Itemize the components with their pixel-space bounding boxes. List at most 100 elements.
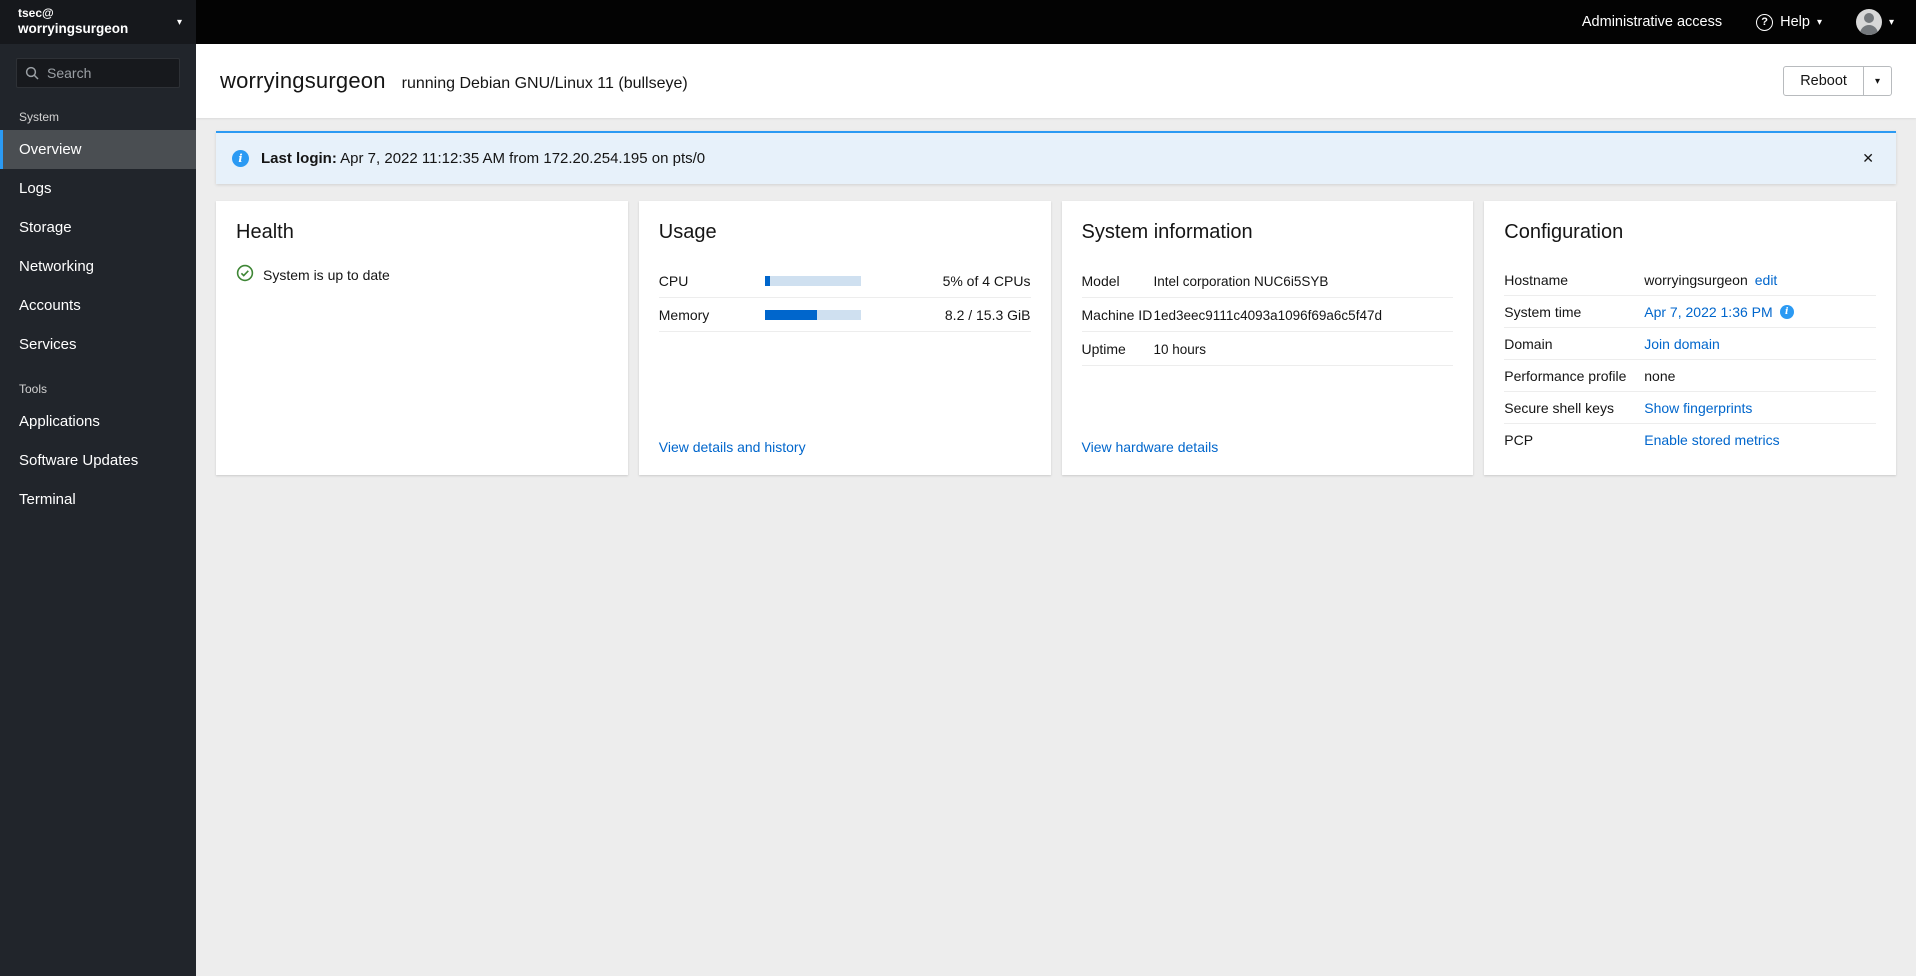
page-title: worryingsurgeon — [220, 68, 386, 93]
view-hardware-details-link[interactable]: View hardware details — [1082, 439, 1219, 455]
sidebar-item-storage[interactable]: Storage — [0, 208, 196, 247]
avatar-icon — [1855, 9, 1882, 35]
sidebar-item-overview[interactable]: Overview — [0, 130, 196, 169]
help-label: Help — [1780, 14, 1810, 30]
nav-section-system: System — [19, 110, 60, 124]
memory-usage-value: 8.2 / 15.3 GiB — [944, 307, 1031, 323]
domain-row: Domain Join domain — [1504, 328, 1876, 360]
domain-label: Domain — [1504, 336, 1553, 352]
system-information-footer: View hardware details — [1082, 439, 1454, 455]
help-menu-button[interactable]: ? Help ▾ — [1750, 13, 1828, 32]
user-menu-button[interactable]: ▾ — [1850, 8, 1900, 36]
alert-text: Apr 7, 2022 11:12:35 AM from 172.20.254.… — [340, 150, 706, 167]
sidebar-item-logs[interactable]: Logs — [0, 169, 196, 208]
memory-usage-row: Memory 8.2 / 15.3 GiB — [658, 298, 1031, 332]
chevron-down-icon: ▾ — [1816, 16, 1822, 28]
machine-id-label: Machine ID — [1081, 307, 1153, 323]
overview-page: worryingsurgeon running Debian GNU/Linux… — [196, 44, 1916, 976]
chevron-down-icon: ▾ — [176, 16, 182, 28]
view-details-history-link[interactable]: View details and history — [659, 439, 806, 455]
hostname-label: Hostname — [1504, 272, 1569, 288]
alert-message: Last login: Apr 7, 2022 11:12:35 AM from… — [261, 150, 705, 167]
usage-card-footer: View details and history — [659, 439, 1031, 455]
last-login-alert: i Last login: Apr 7, 2022 11:12:35 AM fr… — [216, 131, 1896, 184]
hostname-value: worryingsurgeon — [1644, 272, 1748, 288]
host-switcher[interactable]: tsec@ worryingsurgeon ▾ — [0, 0, 196, 44]
performance-profile-label: Performance profile — [1504, 368, 1627, 384]
os-description: running Debian GNU/Linux 11 (bullseye) — [401, 75, 688, 92]
card-grid: Health System is up to date Usage CPU 5%… — [216, 201, 1896, 475]
enable-stored-metrics-link[interactable]: Enable stored metrics — [1644, 432, 1779, 448]
join-domain-link[interactable]: Join domain — [1644, 336, 1720, 352]
ssh-keys-label: Secure shell keys — [1504, 400, 1614, 416]
model-row: Model Intel corporation NUC6i5SYB — [1081, 264, 1454, 298]
machine-id-row: Machine ID 1ed3eec9111c4093a1096f69a6c5f… — [1081, 298, 1454, 332]
system-information-card: System information Model Intel corporati… — [1061, 201, 1474, 475]
host-line: worryingsurgeon running Debian GNU/Linux… — [220, 68, 688, 94]
help-icon: ? — [1756, 13, 1774, 31]
machine-id-value: 1ed3eec9111c4093a1096f69a6c5f47d — [1153, 307, 1382, 323]
model-value: Intel corporation NUC6i5SYB — [1153, 273, 1329, 289]
content-area: i Last login: Apr 7, 2022 11:12:35 AM fr… — [196, 118, 1916, 495]
check-circle-icon — [236, 264, 254, 285]
uptime-value: 10 hours — [1153, 341, 1207, 357]
system-time-link[interactable]: Apr 7, 2022 1:36 PM — [1644, 304, 1772, 320]
usage-card-title: Usage — [658, 221, 717, 243]
main-column: Administrative access ? Help ▾ ▾ worryin… — [196, 0, 1916, 976]
show-fingerprints-link[interactable]: Show fingerprints — [1644, 400, 1752, 416]
health-status-text: System is up to date — [263, 266, 390, 283]
sidebar-item-terminal[interactable]: Terminal — [0, 480, 196, 519]
ssh-keys-row: Secure shell keys Show fingerprints — [1504, 392, 1876, 424]
health-status: System is up to date — [236, 264, 608, 285]
tools-nav: Applications Software Updates Terminal — [0, 402, 196, 519]
uptime-row: Uptime 10 hours — [1081, 332, 1454, 366]
pcp-label: PCP — [1504, 432, 1534, 448]
uptime-label: Uptime — [1081, 341, 1126, 357]
memory-label: Memory — [658, 307, 710, 323]
cpu-progress-bar — [764, 276, 861, 286]
masthead: Administrative access ? Help ▾ ▾ — [196, 0, 1916, 44]
current-host: worryingsurgeon — [18, 21, 129, 37]
time-info-icon[interactable]: i — [1779, 305, 1794, 319]
search-input[interactable] — [16, 58, 180, 88]
hostname-row: Hostname worryingsurgeon edit — [1504, 264, 1876, 296]
performance-profile-row: Performance profile none — [1504, 360, 1876, 392]
cpu-label: CPU — [658, 273, 689, 289]
configuration-title: Configuration — [1504, 221, 1624, 243]
health-card-title: Health — [236, 221, 294, 243]
nav-section-tools: Tools — [19, 382, 48, 396]
usage-card: Usage CPU 5% of 4 CPUs Memory 8.2 / 15.3… — [638, 201, 1051, 475]
performance-profile-value: none — [1644, 368, 1676, 384]
system-nav: Overview Logs Storage Networking Account… — [0, 130, 196, 364]
health-card: Health System is up to date — [216, 201, 628, 475]
sidebar-item-services[interactable]: Services — [0, 325, 196, 364]
chevron-down-icon: ▾ — [1874, 75, 1880, 87]
reboot-split-button: Reboot ▾ — [1783, 66, 1892, 96]
sidebar-item-accounts[interactable]: Accounts — [0, 286, 196, 325]
cpu-usage-value: 5% of 4 CPUs — [942, 273, 1031, 289]
system-time-row: System time Apr 7, 2022 1:36 PM i — [1504, 296, 1876, 328]
page-header: worryingsurgeon running Debian GNU/Linux… — [196, 44, 1916, 118]
sidebar-search — [16, 58, 180, 88]
administrative-access-button[interactable]: Administrative access — [1576, 13, 1728, 31]
chevron-down-icon: ▾ — [1888, 16, 1894, 28]
search-icon — [25, 66, 39, 85]
sidebar-item-applications[interactable]: Applications — [0, 402, 196, 441]
cpu-usage-row: CPU 5% of 4 CPUs — [658, 264, 1031, 298]
close-icon: ✕ — [1862, 150, 1874, 166]
alert-close-button[interactable]: ✕ — [1856, 148, 1880, 169]
memory-progress-bar — [764, 310, 861, 320]
host-switcher-label: tsec@ worryingsurgeon — [18, 6, 128, 38]
system-information-title: System information — [1081, 221, 1253, 243]
reboot-button[interactable]: Reboot — [1783, 66, 1864, 96]
configuration-card: Configuration Hostname worryingsurgeon e… — [1484, 201, 1896, 475]
info-icon: i — [232, 150, 249, 167]
edit-hostname-link[interactable]: edit — [1755, 272, 1778, 288]
logged-in-user: tsec@ — [18, 6, 54, 21]
sidebar-item-software-updates[interactable]: Software Updates — [0, 441, 196, 480]
sidebar: tsec@ worryingsurgeon ▾ System Overview … — [0, 0, 196, 976]
model-label: Model — [1081, 273, 1120, 289]
sidebar-item-networking[interactable]: Networking — [0, 247, 196, 286]
reboot-dropdown-toggle[interactable]: ▾ — [1862, 66, 1892, 96]
alert-label: Last login: — [261, 150, 337, 167]
